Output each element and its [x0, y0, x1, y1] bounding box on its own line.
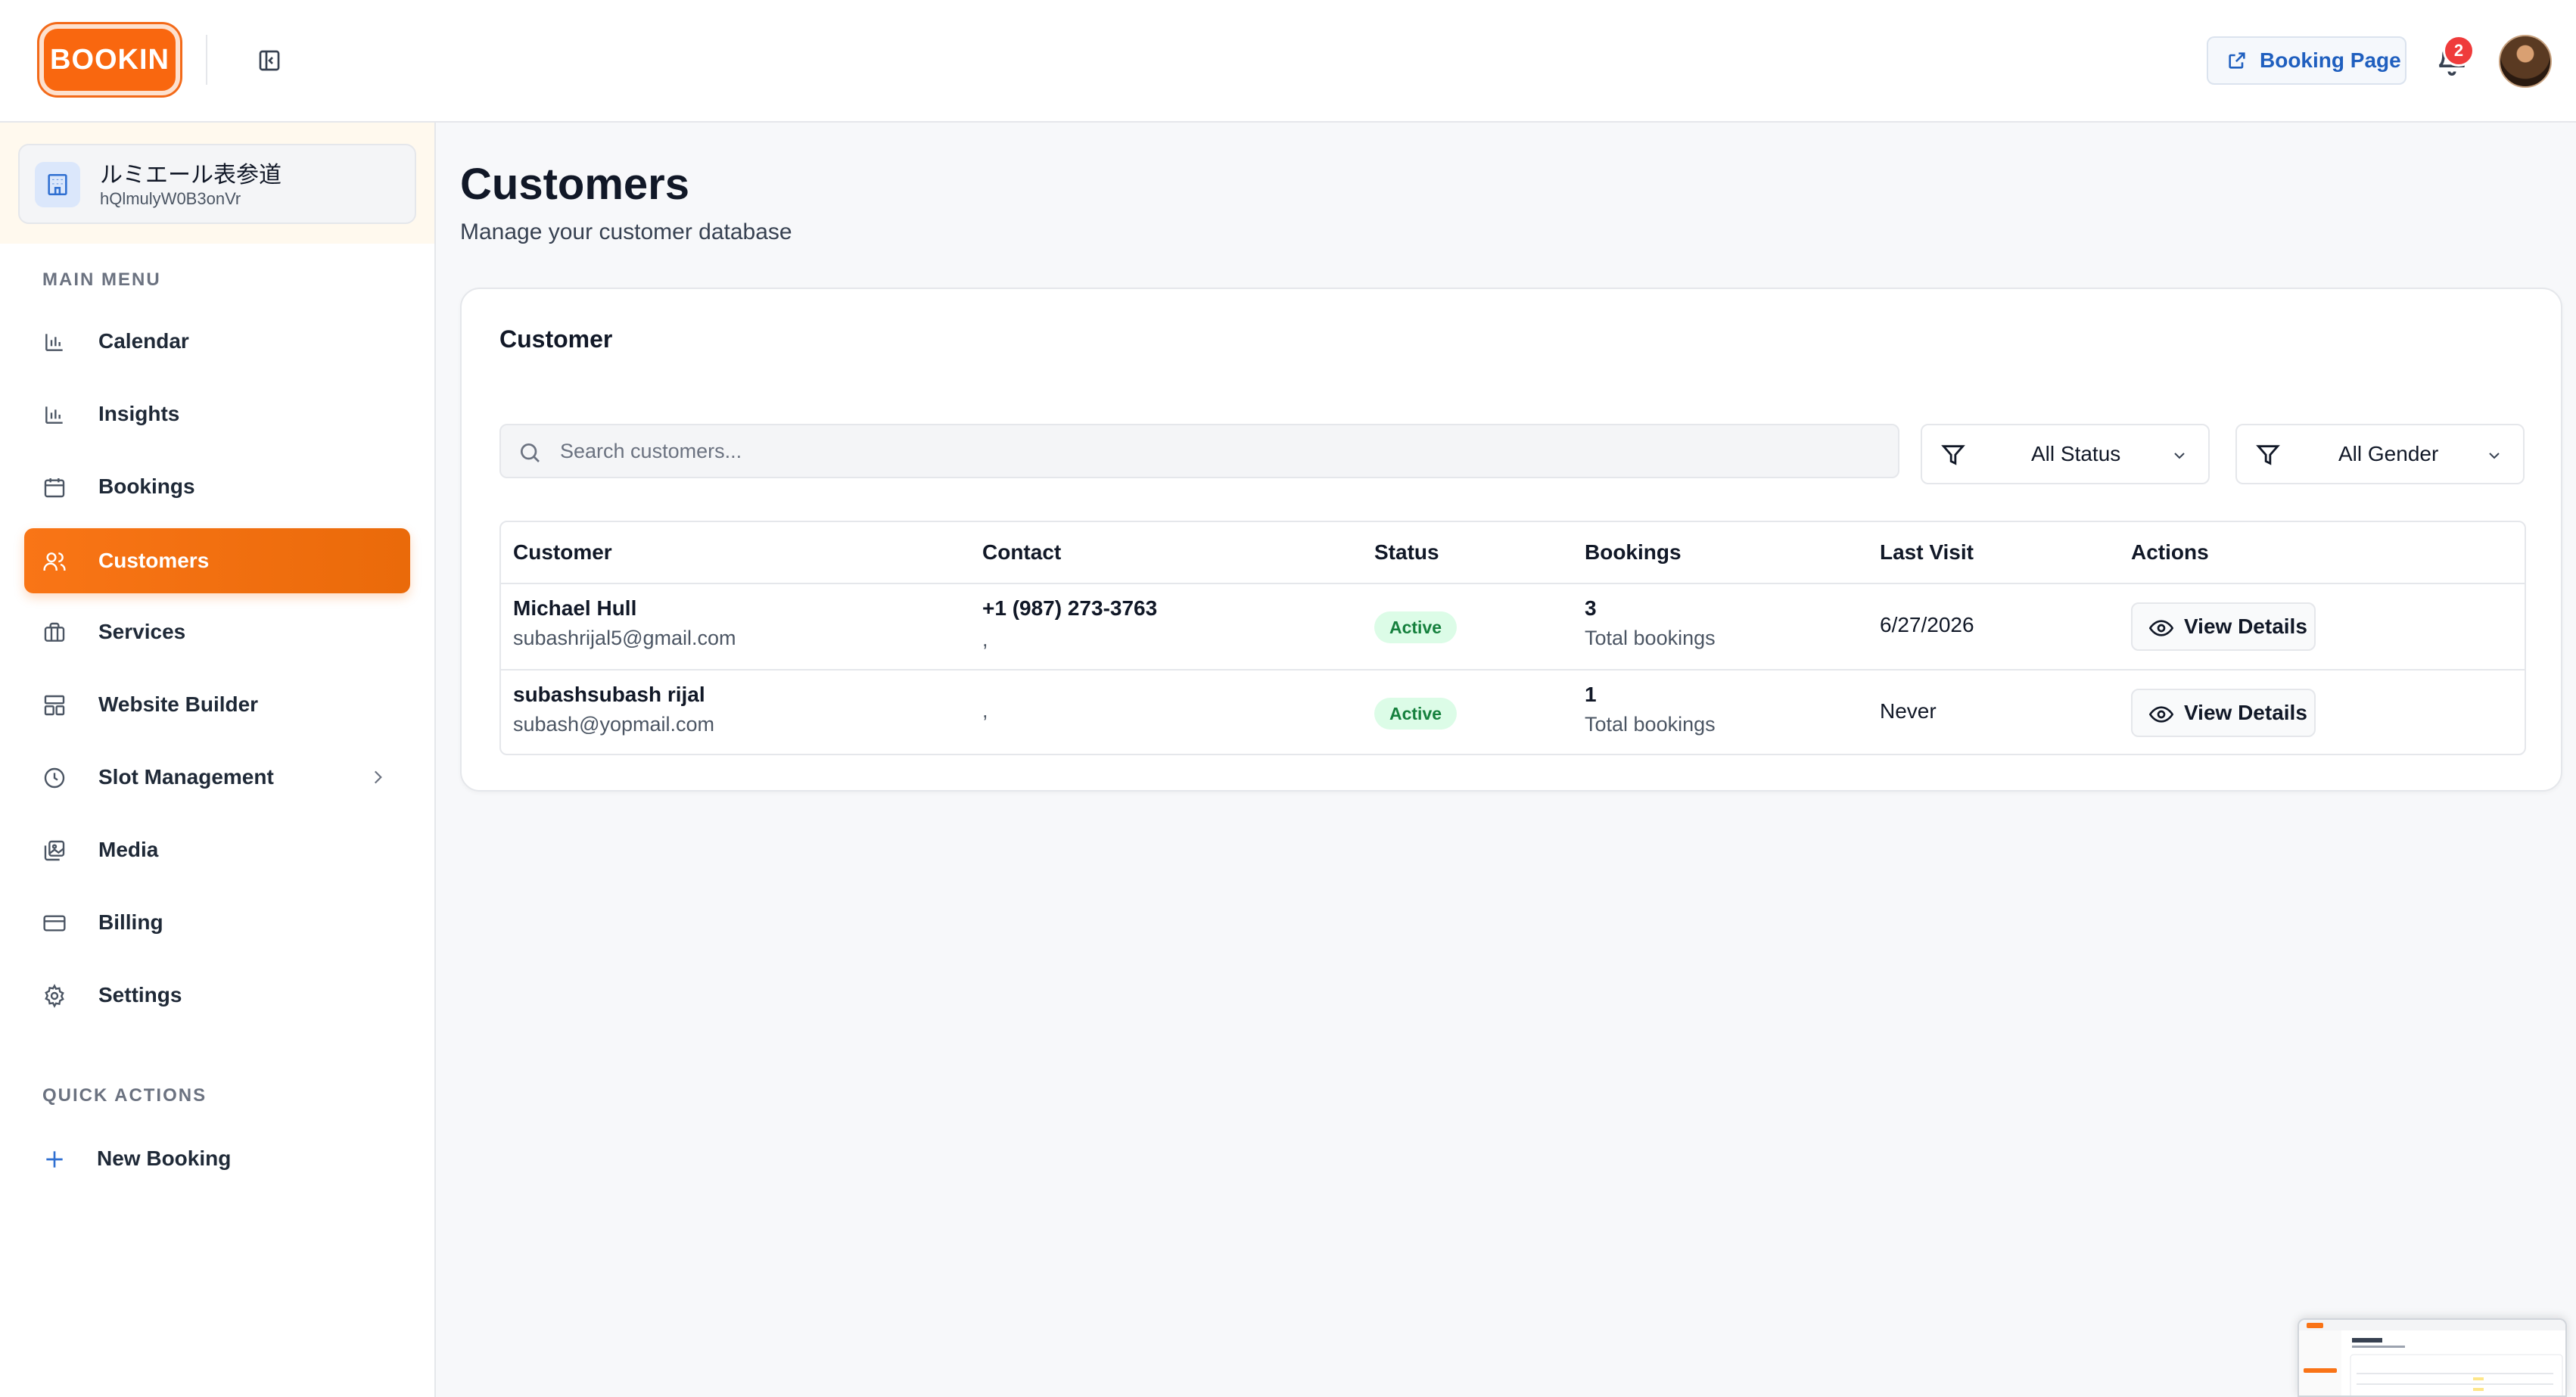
gender-filter[interactable]: All Gender: [2235, 424, 2525, 484]
user-avatar[interactable]: [2499, 35, 2552, 88]
last-visit: 6/27/2026: [1880, 613, 1974, 636]
card-title: Customer: [499, 325, 613, 353]
view-details-label: View Details: [2184, 701, 2307, 724]
workspace-id: hQlmulyW0B3onVr: [100, 189, 241, 208]
column-header-bookings: Bookings: [1585, 540, 1682, 564]
search-input[interactable]: [560, 425, 1846, 477]
clock-icon: [44, 767, 65, 789]
sidebar-toggle-icon[interactable]: [257, 48, 282, 73]
notification-badge: 2: [2443, 35, 2475, 67]
bookings-label: Total bookings: [1585, 713, 1716, 736]
booking-page-label: Booking Page: [2260, 48, 2401, 72]
preview-thumbnail-graphic: [2299, 1320, 2565, 1395]
chevron-down-icon: [2489, 453, 2500, 459]
view-details-button[interactable]: View Details: [2131, 689, 2316, 737]
sidebar-item-services[interactable]: Services: [24, 599, 410, 664]
eye-icon: [2149, 706, 2173, 723]
column-header-customer: Customer: [513, 540, 612, 564]
sidebar-item-insights[interactable]: Insights: [24, 381, 410, 446]
calendar-icon: [44, 478, 65, 498]
page-subtitle: Manage your customer database: [460, 219, 792, 244]
last-visit: Never: [1880, 699, 1937, 723]
search-icon: [521, 443, 540, 462]
booking-page-button[interactable]: Booking Page: [2207, 36, 2406, 85]
chevron-right-icon[interactable]: [368, 767, 387, 787]
table-row: subashsubash rijal subash@yopmail.com , …: [501, 669, 2525, 754]
sidebar-item-billing[interactable]: Billing: [24, 890, 410, 955]
column-header-status: Status: [1374, 540, 1439, 564]
eye-icon: [2149, 620, 2173, 636]
view-details-button[interactable]: View Details: [2131, 602, 2316, 651]
new-booking-label: New Booking: [97, 1147, 232, 1170]
sidebar-item-label: Settings: [98, 983, 182, 1007]
customer-contact-extra: ,: [982, 699, 988, 722]
customer-contact-extra: ,: [982, 628, 988, 651]
sidebar-item-customers[interactable]: Customers: [24, 528, 410, 593]
customers-table: Customer Contact Status Bookings Last Vi…: [499, 521, 2526, 755]
gear-icon: [45, 984, 64, 1008]
status-filter-label: All Status: [2031, 442, 2121, 465]
customer-phone: +1 (987) 273-3763: [982, 596, 1158, 620]
workspace-switcher[interactable]: ルミエール表参道 hQlmulyW0B3onVr: [18, 144, 416, 224]
bar-chart-icon: [45, 334, 63, 351]
external-link-icon: [2229, 52, 2245, 69]
preview-thumbnail[interactable]: [2298, 1318, 2567, 1397]
top-header: BOOKIN Booking Page 2: [0, 0, 2576, 123]
bookings-count: 1: [1585, 683, 1597, 706]
layout-icon: [44, 695, 65, 716]
sidebar-item-label: Customers: [98, 549, 210, 572]
status-filter[interactable]: All Status: [1921, 424, 2210, 484]
briefcase-icon: [44, 622, 65, 642]
sidebar: ルミエール表参道 hQlmulyW0B3onVr MAIN MENU Calen…: [0, 123, 436, 1397]
sidebar-item-label: Slot Management: [98, 765, 274, 789]
column-header-last-visit: Last Visit: [1880, 540, 1974, 564]
building-icon: [35, 162, 80, 207]
customer-card: Customer All Status All Gender Customer …: [460, 288, 2562, 792]
customer-email: subashrijal5@gmail.com: [513, 627, 736, 649]
sidebar-item-label: Website Builder: [98, 692, 259, 716]
customer-name: subashsubash rijal: [513, 683, 705, 706]
users-icon: [43, 552, 66, 571]
sidebar-item-media[interactable]: Media: [24, 817, 410, 882]
column-header-actions: Actions: [2131, 540, 2209, 564]
table-row: Michael Hull subashrijal5@gmail.com +1 (…: [501, 583, 2525, 669]
sidebar-item-label: Billing: [98, 910, 163, 934]
chevron-down-icon: [2174, 453, 2185, 459]
sidebar-item-slot-management[interactable]: Slot Management: [24, 745, 410, 810]
customer-email: subash@yopmail.com: [513, 713, 715, 736]
header-divider: [206, 35, 207, 85]
sidebar-item-settings[interactable]: Settings: [24, 963, 410, 1028]
quick-actions-label: QUICK ACTIONS: [42, 1085, 207, 1106]
search-box[interactable]: [499, 424, 1899, 478]
bookings-label: Total bookings: [1585, 627, 1716, 649]
new-booking-button[interactable]: New Booking: [24, 1126, 410, 1191]
workspace-name: ルミエール表参道: [100, 163, 282, 188]
sidebar-item-label: Services: [98, 620, 186, 643]
status-badge: Active: [1374, 611, 1458, 643]
sidebar-item-label: Media: [98, 838, 159, 861]
sidebar-item-label: Insights: [98, 402, 180, 425]
view-details-label: View Details: [2184, 614, 2307, 638]
sidebar-item-label: Calendar: [98, 329, 189, 353]
bookin-logo[interactable]: BOOKIN: [39, 24, 180, 95]
main-menu-label: MAIN MENU: [42, 269, 161, 290]
bar-chart-icon: [45, 406, 63, 424]
page-title: Customers: [460, 160, 689, 209]
sidebar-item-website-builder[interactable]: Website Builder: [24, 672, 410, 737]
credit-card-icon: [43, 915, 66, 932]
bookings-count: 3: [1585, 596, 1597, 620]
sidebar-item-bookings[interactable]: Bookings: [24, 454, 410, 519]
gender-filter-label: All Gender: [2338, 442, 2439, 465]
filter-icon: [2256, 445, 2280, 465]
filter-icon: [1941, 445, 1965, 465]
status-badge: Active: [1374, 698, 1458, 730]
sidebar-item-calendar[interactable]: Calendar: [24, 309, 410, 374]
sidebar-item-label: Bookings: [98, 474, 195, 498]
customer-name: Michael Hull: [513, 596, 637, 620]
images-icon: [44, 840, 65, 861]
column-header-contact: Contact: [982, 540, 1062, 564]
plus-icon: [46, 1151, 63, 1168]
